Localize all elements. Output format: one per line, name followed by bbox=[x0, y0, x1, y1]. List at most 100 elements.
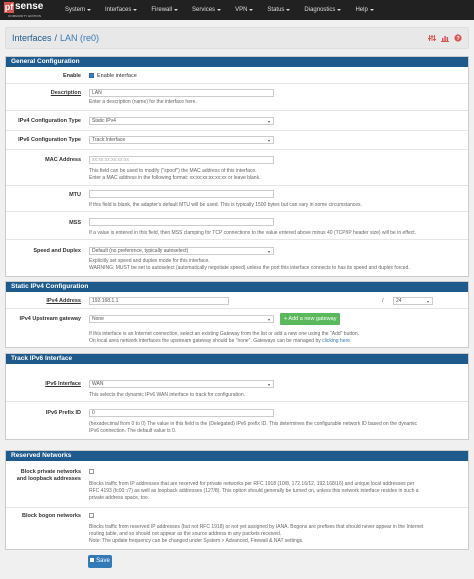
block-private-help-2: RFC 4193 (fc00::/7) as well as loopback … bbox=[89, 488, 419, 494]
caret-down-icon bbox=[337, 9, 342, 11]
breadcrumb-separator: / bbox=[54, 33, 58, 43]
caret-down-icon bbox=[174, 9, 179, 11]
block-bogon-help-1: Blocks traffic from reserved IP addresse… bbox=[89, 524, 424, 530]
row-mss: MSS If a value is entered in this field,… bbox=[6, 212, 468, 240]
bar-chart-icon[interactable] bbox=[441, 34, 449, 42]
breadcrumb: Interfaces / LAN (re0) ? bbox=[5, 27, 469, 49]
general-config-panel: General Configuration Enable Enable inte… bbox=[5, 56, 469, 277]
static-ipv4-panel: Static IPv4 Configuration IPv4 Address 1… bbox=[5, 281, 469, 348]
question-circle-icon[interactable]: ? bbox=[454, 34, 462, 42]
menu-diagnostics[interactable]: Diagnostics bbox=[297, 7, 348, 13]
description-help: Enter a description (name) for the inter… bbox=[89, 99, 197, 105]
mtu-label: MTU bbox=[69, 192, 81, 198]
mac-input[interactable]: xx:xx:xx:xx:xx:xx bbox=[89, 156, 274, 164]
mss-input[interactable] bbox=[89, 218, 274, 226]
block-bogon-help-3: Note: The update frequency can be change… bbox=[89, 538, 304, 544]
cidr-separator: / bbox=[382, 298, 384, 304]
add-gateway-button[interactable]: + Add a new gateway bbox=[280, 313, 341, 325]
row-speed: Speed and Duplex Default (no preference,… bbox=[6, 240, 468, 276]
reserved-networks-panel: Reserved Networks Block private networks… bbox=[5, 450, 469, 550]
block-bogon-help-2: routing table, and so should not appear … bbox=[89, 531, 282, 537]
ipv6-type-select[interactable]: Track Interface bbox=[89, 136, 274, 144]
caret-down-icon bbox=[286, 9, 291, 11]
panel-heading: Reserved Networks bbox=[6, 451, 468, 461]
cidr-select[interactable]: 24 bbox=[393, 297, 433, 305]
mtu-input[interactable] bbox=[89, 190, 274, 198]
gateway-help-1: If this interface is an Internet connect… bbox=[89, 331, 360, 337]
row-enable: Enable Enable interface bbox=[6, 67, 468, 84]
breadcrumb-icons: ? bbox=[428, 34, 462, 42]
sliders-icon[interactable] bbox=[428, 34, 436, 42]
panel-heading: Static IPv4 Configuration bbox=[6, 282, 468, 292]
menu-vpn[interactable]: VPN bbox=[228, 7, 260, 13]
speed-help-2: WARNING: MUST be set to autoselect (auto… bbox=[89, 265, 410, 271]
menu-services[interactable]: Services bbox=[185, 7, 228, 13]
track-ipv6-panel: Track IPv6 Interface IPv6 Interface WAN … bbox=[5, 353, 469, 440]
description-label: Description bbox=[50, 90, 81, 96]
logo-sense: sense bbox=[15, 1, 44, 12]
menu-firewall[interactable]: Firewall bbox=[144, 7, 185, 13]
row-mac: MAC Address xx:xx:xx:xx:xx:xx This field… bbox=[6, 150, 468, 186]
row-ipv4-gateway: IPv4 Upstream gateway None + Add a new g… bbox=[6, 309, 468, 347]
ipv6-type-label: IPv6 Configuration Type bbox=[18, 137, 81, 143]
speed-label: Speed and Duplex bbox=[33, 248, 81, 254]
logo-pf: pf bbox=[4, 2, 14, 13]
row-ipv6-interface: IPv6 Interface WAN This selects the dyna… bbox=[6, 364, 468, 402]
ipv6-prefix-help-1: (hexadecimal from 0 to 0) The value in t… bbox=[89, 421, 418, 427]
ipv4-type-label: IPv4 Configuration Type bbox=[18, 118, 81, 124]
speed-help-1: Explicitly set speed and duplex mode for… bbox=[89, 258, 210, 264]
mac-help-2: Enter a MAC address in the following for… bbox=[89, 175, 261, 181]
caret-down-icon bbox=[133, 9, 138, 11]
ipv4-gateway-select[interactable]: None bbox=[89, 315, 274, 323]
save-button[interactable]: Save bbox=[88, 555, 112, 568]
enable-checkbox[interactable] bbox=[89, 73, 94, 78]
row-block-bogon: Block bogon networks Blocks traffic from… bbox=[6, 508, 468, 549]
block-private-help-1: Blocks traffic from IP addresses that ar… bbox=[89, 481, 415, 487]
speed-select[interactable]: Default (no preference, typically autose… bbox=[89, 247, 274, 255]
top-navbar: pf sense COMMUNITY EDITION System Interf… bbox=[0, 0, 474, 20]
mss-label: MSS bbox=[69, 220, 81, 226]
ipv4-type-select[interactable]: Static IPv4 bbox=[89, 117, 274, 125]
menu-interfaces[interactable]: Interfaces bbox=[98, 7, 144, 13]
main-menu: System Interfaces Firewall Services VPN … bbox=[58, 7, 381, 13]
save-icon bbox=[90, 558, 95, 563]
ipv6-prefix-help-2: IPv6 connection. The default value is 0. bbox=[89, 428, 177, 434]
breadcrumb-parent[interactable]: Interfaces bbox=[12, 33, 52, 43]
gateway-help-link[interactable]: clicking here bbox=[322, 338, 350, 344]
mtu-help: If this field is blank, the adapter's de… bbox=[89, 202, 362, 208]
block-bogon-checkbox[interactable] bbox=[89, 513, 94, 518]
row-block-private: Block private networks and loopback addr… bbox=[6, 461, 468, 508]
panel-heading: Track IPv6 Interface bbox=[6, 354, 468, 364]
block-bogon-label: Block bogon networks bbox=[22, 513, 81, 519]
caret-down-icon bbox=[249, 9, 254, 11]
row-ipv4-type: IPv4 Configuration Type Static IPv4 bbox=[6, 111, 468, 131]
pfsense-logo[interactable]: pf sense COMMUNITY EDITION bbox=[4, 0, 50, 20]
mac-help-1: This field can be used to modify ("spoof… bbox=[89, 168, 257, 174]
description-input[interactable]: LAN bbox=[89, 89, 274, 97]
menu-system[interactable]: System bbox=[58, 7, 98, 13]
row-ipv6-type: IPv6 Configuration Type Track Interface bbox=[6, 131, 468, 150]
block-private-checkbox[interactable] bbox=[89, 469, 94, 474]
row-ipv6-prefix: IPv6 Prefix ID 0 (hexadecimal from 0 to … bbox=[6, 402, 468, 439]
ipv4-address-label: IPv4 Address bbox=[46, 298, 81, 304]
enable-label: Enable bbox=[62, 73, 81, 79]
menu-help[interactable]: Help bbox=[348, 7, 380, 13]
panel-heading: General Configuration bbox=[6, 57, 468, 67]
logo-edition: COMMUNITY EDITION bbox=[8, 14, 42, 18]
ipv6-prefix-label: IPv6 Prefix ID bbox=[45, 410, 81, 416]
caret-down-icon bbox=[87, 9, 92, 11]
ipv6-interface-select[interactable]: WAN bbox=[89, 380, 274, 388]
row-ipv4-address: IPv4 Address 192.168.1.1 / 24 bbox=[6, 292, 468, 309]
mac-label: MAC Address bbox=[45, 157, 81, 163]
enable-checkbox-label[interactable]: Enable interface bbox=[97, 73, 137, 79]
row-description: Description LAN Enter a description (nam… bbox=[6, 84, 468, 111]
ipv4-gateway-label: IPv4 Upstream gateway bbox=[19, 316, 81, 322]
ipv6-prefix-input[interactable]: 0 bbox=[89, 409, 274, 417]
menu-status[interactable]: Status bbox=[260, 7, 297, 13]
block-private-label-2: and loopback addresses bbox=[16, 476, 81, 482]
caret-down-icon bbox=[217, 9, 222, 11]
block-private-help-3: private address space, too. bbox=[89, 495, 150, 501]
mss-help: If a value is entered in this field, the… bbox=[89, 230, 417, 236]
breadcrumb-current[interactable]: LAN (re0) bbox=[60, 33, 99, 43]
ipv4-address-input[interactable]: 192.168.1.1 bbox=[89, 297, 229, 305]
